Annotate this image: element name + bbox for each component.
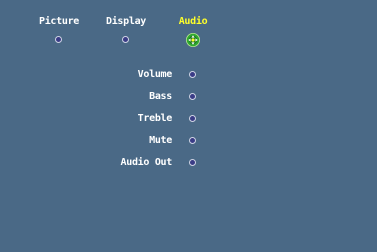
menu-item-bass-label: Bass — [149, 91, 172, 102]
tab-audio[interactable]: Audio — [163, 0, 223, 52]
radio-dot-icon — [189, 115, 196, 122]
menu-item-mute-label: Mute — [149, 135, 172, 146]
menu-item-bass[interactable]: Bass — [0, 90, 377, 106]
menu-item-treble-label: Treble — [137, 113, 173, 124]
tab-display-indicator-icon — [122, 36, 129, 43]
radio-dot-icon — [189, 71, 196, 78]
tab-picture[interactable]: Picture — [29, 0, 89, 52]
tab-picture-indicator-icon — [55, 36, 62, 43]
tab-display[interactable]: Display — [96, 0, 156, 52]
tab-picture-label: Picture — [38, 16, 80, 27]
menu-item-treble[interactable]: Treble — [0, 112, 377, 128]
radio-dot-icon — [189, 159, 196, 166]
menu-item-audio-out-label: Audio Out — [120, 157, 173, 168]
tab-display-label: Display — [105, 16, 147, 27]
menu-item-volume-label: Volume — [137, 69, 173, 80]
menu-item-mute[interactable]: Mute — [0, 134, 377, 150]
radio-dot-icon — [189, 137, 196, 144]
menu-item-audio-out[interactable]: Audio Out — [0, 156, 377, 172]
radio-dot-icon — [189, 93, 196, 100]
menu-item-volume[interactable]: Volume — [0, 68, 377, 84]
green-directional-selector-icon — [186, 33, 200, 47]
tab-audio-label: Audio — [178, 16, 208, 27]
osd-screen: Picture Display Audio Volume Bass Treble… — [0, 0, 377, 252]
